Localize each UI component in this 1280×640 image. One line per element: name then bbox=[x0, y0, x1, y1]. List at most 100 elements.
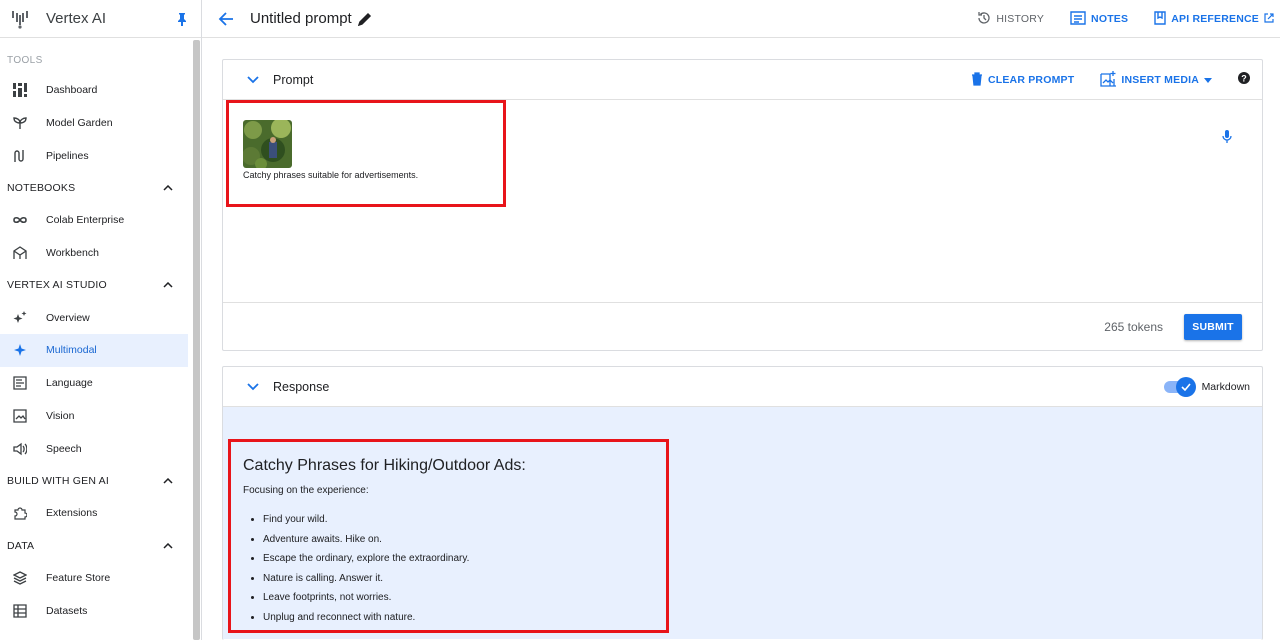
submit-button[interactable]: SUBMIT bbox=[1184, 313, 1242, 340]
section-data-label: DATA bbox=[7, 539, 35, 552]
sidebar-item-datasets[interactable]: Datasets bbox=[0, 594, 188, 627]
pin-icon[interactable] bbox=[177, 12, 187, 31]
notes-icon bbox=[1070, 10, 1086, 28]
sparkles-icon bbox=[12, 310, 28, 326]
sidebar-item-label: Extensions bbox=[46, 507, 98, 520]
token-count: 265 tokens bbox=[1104, 319, 1163, 334]
insert-image-icon bbox=[1100, 70, 1123, 90]
chevron-up-icon bbox=[163, 279, 173, 291]
sidebar-item-label: Dashboard bbox=[46, 84, 98, 97]
sidebar-item-colab-enterprise[interactable]: Colab Enterprise bbox=[0, 204, 188, 237]
response-body: Catchy Phrases for Hiking/Outdoor Ads: F… bbox=[223, 407, 1262, 639]
sparkle-icon bbox=[12, 342, 28, 358]
sidebar-item-language[interactable]: Language bbox=[0, 367, 188, 400]
sidebar-item-label: Language bbox=[46, 377, 93, 390]
insert-media-button[interactable]: INSERT MEDIA bbox=[1100, 70, 1212, 90]
response-actions: Markdown bbox=[1163, 367, 1250, 407]
section-build-label: BUILD WITH GEN AI bbox=[7, 474, 109, 487]
prompt-footer: 265 tokens SUBMIT bbox=[223, 303, 1262, 350]
list-item: Nature is calling. Answer it. bbox=[263, 572, 469, 592]
sidebar-item-vision[interactable]: Vision bbox=[0, 400, 188, 433]
speech-icon bbox=[12, 441, 28, 457]
workbench-icon bbox=[12, 245, 28, 261]
chevron-down-icon[interactable] bbox=[247, 75, 259, 84]
sidebar-item-label: Workbench bbox=[46, 247, 99, 260]
section-tools: TOOLS bbox=[7, 54, 43, 66]
chevron-up-icon bbox=[163, 182, 173, 194]
language-icon bbox=[12, 375, 28, 391]
microphone-icon[interactable] bbox=[1222, 130, 1232, 149]
list-item: Leave footprints, not worries. bbox=[263, 591, 469, 611]
top-bar: Untitled prompt HISTORY NOTES API REFERE… bbox=[202, 0, 1280, 38]
sidebar-item-overview[interactable]: Overview bbox=[0, 301, 188, 334]
page-title[interactable]: Untitled prompt bbox=[250, 10, 352, 27]
pipelines-icon bbox=[12, 148, 28, 164]
sidebar-item-label: Multimodal bbox=[46, 344, 97, 357]
top-actions: HISTORY NOTES API REFERENCE bbox=[977, 0, 1274, 38]
sidebar-item-extensions[interactable]: Extensions bbox=[0, 497, 188, 530]
section-notebooks-label: NOTEBOOKS bbox=[7, 182, 76, 195]
back-arrow-icon[interactable] bbox=[218, 11, 234, 27]
section-vertex-ai-studio[interactable]: VERTEX AI STUDIO bbox=[0, 269, 201, 301]
sidebar-item-label: Colab Enterprise bbox=[46, 214, 125, 227]
trash-icon bbox=[971, 71, 983, 89]
clear-prompt-label: CLEAR PROMPT bbox=[987, 74, 1075, 86]
chevron-up-icon bbox=[163, 475, 173, 487]
response-title: Response bbox=[273, 379, 330, 394]
uploaded-image-thumbnail[interactable] bbox=[243, 120, 292, 168]
list-item: Escape the ordinary, explore the extraor… bbox=[263, 552, 469, 572]
insert-media-label: INSERT MEDIA bbox=[1121, 74, 1199, 86]
sidebar-item-speech[interactable]: Speech bbox=[0, 432, 188, 465]
sidebar-item-multimodal[interactable]: Multimodal bbox=[0, 334, 188, 367]
clear-prompt-button[interactable]: CLEAR PROMPT bbox=[971, 71, 1075, 89]
sidebar-item-dashboard[interactable]: Dashboard bbox=[0, 74, 188, 107]
app-title: Vertex AI bbox=[46, 10, 107, 27]
markdown-switch[interactable] bbox=[1163, 377, 1196, 397]
sprout-icon bbox=[12, 115, 28, 131]
api-reference-link[interactable]: API REFERENCE bbox=[1154, 10, 1274, 28]
api-reference-label: API REFERENCE bbox=[1171, 13, 1259, 25]
external-link-icon bbox=[1264, 12, 1274, 26]
sidebar-scrollbar[interactable] bbox=[193, 40, 200, 640]
notes-button[interactable]: NOTES bbox=[1070, 10, 1129, 28]
markdown-toggle[interactable]: Markdown bbox=[1163, 377, 1250, 397]
section-notebooks[interactable]: NOTEBOOKS bbox=[0, 172, 201, 204]
sidebar-item-feature-store[interactable]: Feature Store bbox=[0, 562, 188, 595]
list-item: Find your wild. bbox=[263, 513, 469, 533]
sidebar-item-pipelines[interactable]: Pipelines bbox=[0, 139, 188, 172]
section-data[interactable]: DATA bbox=[0, 530, 201, 562]
sidebar-header: Vertex AI bbox=[0, 0, 201, 38]
history-button[interactable]: HISTORY bbox=[977, 11, 1044, 28]
prompt-input-area[interactable]: Catchy phrases suitable for advertisemen… bbox=[223, 100, 1262, 303]
chevron-down-icon[interactable] bbox=[247, 382, 259, 391]
prompt-title: Prompt bbox=[273, 72, 314, 87]
history-icon bbox=[977, 11, 991, 28]
list-item: Unplug and reconnect with nature. bbox=[263, 611, 469, 631]
sidebar-item-label: Vision bbox=[46, 409, 75, 422]
help-icon[interactable]: ? bbox=[1238, 71, 1250, 89]
markdown-label: Markdown bbox=[1201, 381, 1250, 393]
response-subheading: Focusing on the experience: bbox=[243, 485, 369, 496]
sidebar-item-label: Feature Store bbox=[46, 571, 111, 584]
sidebar-item-label: Pipelines bbox=[46, 149, 89, 162]
sidebar-item-model-garden[interactable]: Model Garden bbox=[0, 107, 188, 140]
check-icon bbox=[1175, 377, 1196, 397]
prompt-panel: Prompt CLEAR PROMPT INSERT MEDIA ? Catch… bbox=[222, 59, 1263, 351]
sidebar-item-workbench[interactable]: Workbench bbox=[0, 237, 188, 270]
chevron-up-icon bbox=[163, 540, 173, 552]
prompt-actions: CLEAR PROMPT INSERT MEDIA ? bbox=[971, 60, 1250, 100]
book-icon bbox=[1154, 10, 1166, 28]
response-panel: Response Markdown Catchy Phrases for Hik… bbox=[222, 366, 1263, 640]
section-studio-label: VERTEX AI STUDIO bbox=[7, 279, 107, 292]
section-build-with-gen-ai[interactable]: BUILD WITH GEN AI bbox=[0, 465, 201, 497]
svg-text:?: ? bbox=[1241, 74, 1247, 84]
pencil-icon[interactable] bbox=[357, 12, 372, 26]
puzzle-icon bbox=[12, 505, 28, 521]
infinity-icon bbox=[12, 212, 28, 228]
notes-label: NOTES bbox=[1091, 13, 1129, 25]
sidebar-item-label: Speech bbox=[46, 442, 82, 455]
dashboard-icon bbox=[12, 82, 28, 98]
response-heading: Catchy Phrases for Hiking/Outdoor Ads: bbox=[243, 457, 526, 474]
response-panel-header: Response Markdown bbox=[223, 367, 1262, 407]
history-label: HISTORY bbox=[996, 13, 1045, 25]
